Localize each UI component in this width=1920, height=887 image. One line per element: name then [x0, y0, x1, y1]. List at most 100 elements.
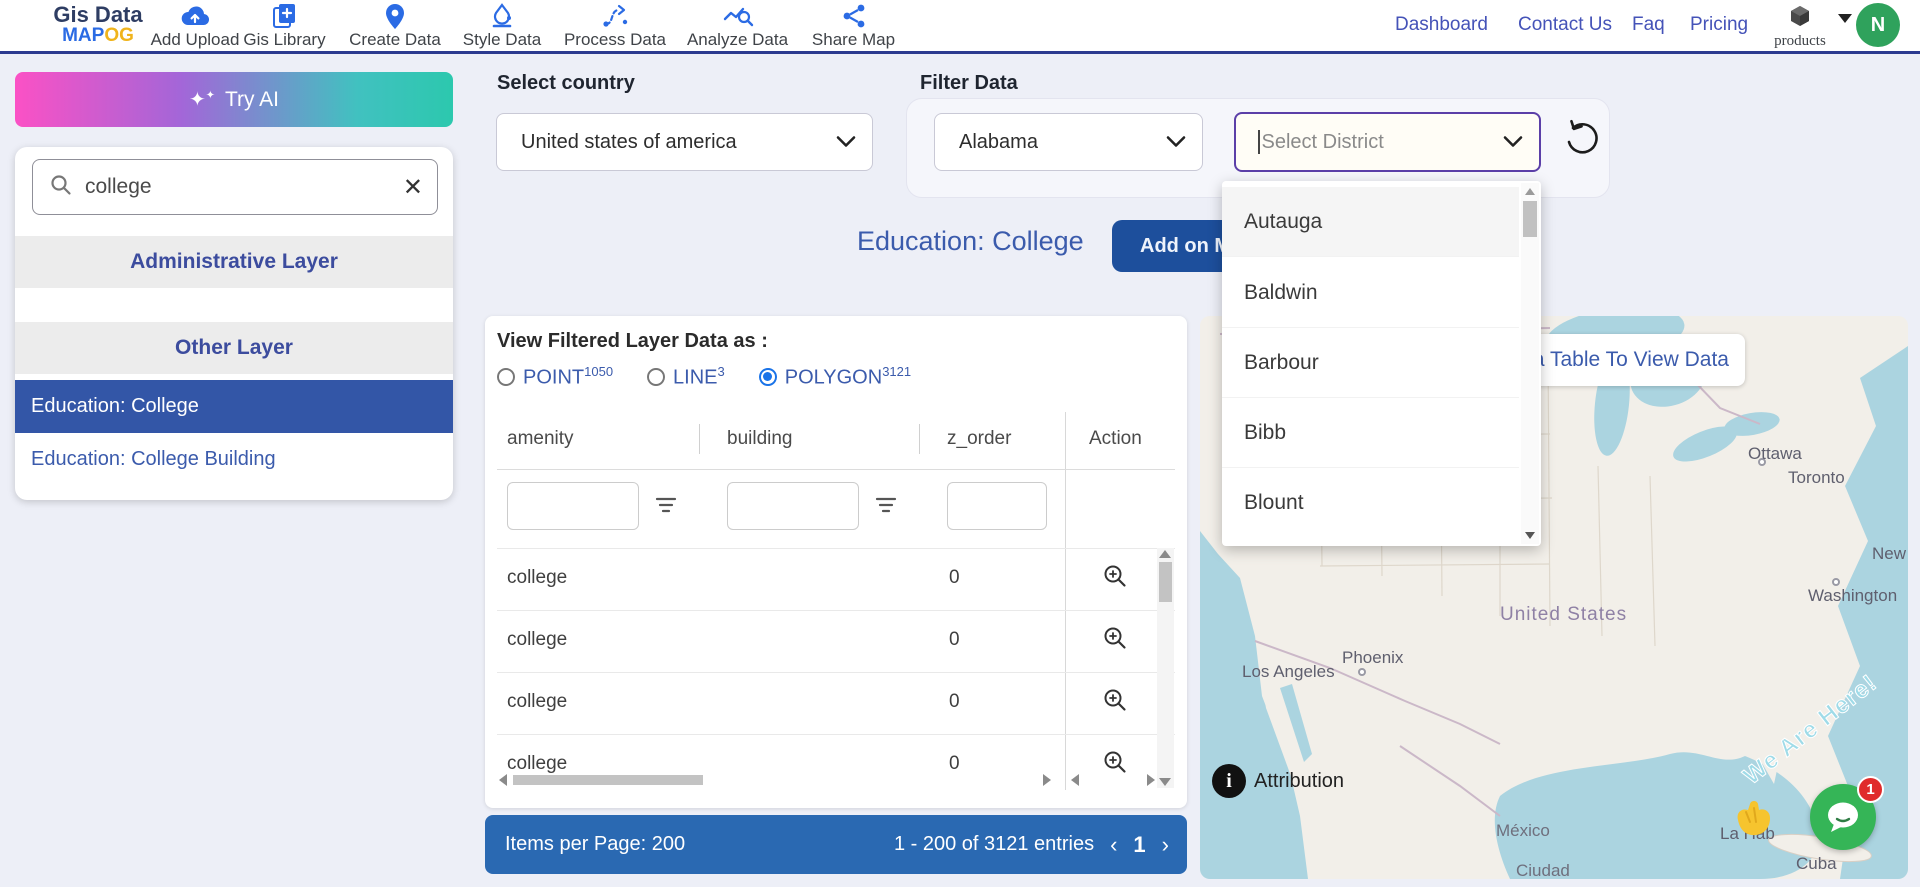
sidebar-item-education-college-building[interactable]: Education: College Building [15, 433, 453, 486]
entries-range: 1 - 200 of 3121 entries [894, 833, 1094, 856]
nav-label: Share Map [812, 30, 895, 49]
nav-link-faq[interactable]: Faq [1632, 14, 1665, 36]
share-icon [796, 3, 911, 29]
sparkle-icon: ✦✦ [189, 87, 215, 112]
map-label-united-states: United States [1500, 604, 1627, 626]
radio-line-label[interactable]: LINE3 [673, 364, 725, 390]
scroll-right-icon[interactable] [1147, 774, 1155, 786]
district-select[interactable]: Select District [1234, 112, 1541, 172]
try-ai-button[interactable]: ✦✦ Try AI [15, 72, 453, 127]
nav-link-contact-us[interactable]: Contact Us [1518, 14, 1612, 36]
map-label-washington: Washington [1808, 586, 1897, 606]
scroll-down-icon[interactable] [1159, 778, 1171, 786]
analyze-chart-icon [670, 3, 805, 29]
top-navbar: Gis Data MAPOG Add Upload Gis Library Cr… [0, 0, 1920, 54]
scroll-left-icon[interactable] [1071, 774, 1079, 786]
scrollbar-thumb[interactable] [1523, 201, 1537, 237]
table-row[interactable]: college 0 [497, 672, 1175, 734]
city-marker [1358, 668, 1366, 676]
radio-polygon[interactable] [759, 368, 777, 386]
zoom-in-icon[interactable] [1102, 687, 1128, 719]
geometry-radio-group: POINT1050 LINE3 POLYGON3121 [497, 364, 911, 390]
chat-badge: 1 [1857, 776, 1884, 803]
chevron-down-icon [1503, 131, 1523, 154]
user-avatar[interactable]: N [1856, 3, 1900, 47]
search-input[interactable] [85, 175, 375, 199]
nav-create-data[interactable]: Create Data [330, 3, 460, 50]
scroll-down-icon[interactable] [1525, 532, 1535, 539]
chevron-down-icon[interactable] [1838, 14, 1852, 23]
vertical-scrollbar[interactable] [1157, 548, 1174, 788]
dropdown-scrollbar[interactable] [1521, 183, 1539, 544]
district-option[interactable]: Autauga [1222, 187, 1519, 257]
products-menu[interactable]: products [1772, 4, 1828, 50]
building-filter-input[interactable] [727, 482, 859, 530]
action-horizontal-scrollbar[interactable] [1069, 772, 1157, 788]
radio-line[interactable] [647, 368, 665, 386]
district-option[interactable]: Blount [1222, 468, 1519, 538]
map-label-phoenix: Phoenix [1342, 648, 1403, 668]
district-option[interactable]: Bibb [1222, 398, 1519, 468]
scroll-up-icon[interactable] [1525, 188, 1535, 195]
zoom-in-icon[interactable] [1102, 625, 1128, 657]
current-page[interactable]: 1 [1133, 832, 1145, 858]
scrollbar-thumb[interactable] [1159, 562, 1172, 602]
map-label-los-angeles: Los Angeles [1242, 662, 1335, 682]
next-page-icon[interactable]: › [1162, 832, 1169, 858]
district-option[interactable]: Barbour [1222, 328, 1519, 398]
scroll-left-icon[interactable] [499, 774, 507, 786]
cell-amenity: college [507, 691, 567, 713]
col-z-order: z_order [947, 428, 1011, 450]
radio-polygon-label[interactable]: POLYGON3121 [785, 364, 911, 390]
nav-process-data[interactable]: Process Data [546, 3, 684, 50]
amenity-filter-input[interactable] [507, 482, 639, 530]
pagination-bar: Items per Page: 200 1 - 200 of 3121 entr… [485, 815, 1187, 874]
sidebar-item-education-college[interactable]: Education: College [15, 380, 453, 433]
section-other-layer: Other Layer [15, 322, 453, 374]
horizontal-scrollbar[interactable] [497, 772, 1053, 788]
nav-label: Analyze Data [687, 30, 788, 49]
filtered-data-panel: View Filtered Layer Data as : POINT1050 … [485, 316, 1187, 808]
col-action: Action [1089, 428, 1142, 450]
nav-label: Gis Library [243, 30, 325, 49]
prev-page-icon[interactable]: ‹ [1110, 832, 1117, 858]
zoom-in-icon[interactable] [1102, 563, 1128, 595]
layer-sidebar: ✕ Administrative Layer Other Layer Educa… [15, 147, 453, 500]
state-value: Alabama [959, 131, 1038, 154]
nav-style-data[interactable]: Style Data [443, 3, 561, 50]
scroll-right-icon[interactable] [1043, 774, 1051, 786]
nav-gis-library[interactable]: Gis Library [222, 3, 347, 50]
reset-icon [1560, 118, 1602, 160]
nav-share-map[interactable]: Share Map [796, 3, 911, 50]
filter-icon[interactable] [875, 496, 897, 520]
items-per-page: Items per Page: 200 [505, 833, 685, 856]
chevron-down-icon [836, 131, 856, 154]
products-label: products [1772, 33, 1828, 50]
table-row[interactable]: college 0 [497, 548, 1175, 610]
chat-bubble-icon [1824, 800, 1862, 834]
city-marker [1832, 578, 1840, 586]
radio-point[interactable] [497, 368, 515, 386]
table-row[interactable]: college 0 [497, 610, 1175, 672]
district-option[interactable]: Baldwin [1222, 258, 1519, 328]
nav-link-dashboard[interactable]: Dashboard [1395, 14, 1488, 36]
hand-wave-icon [1732, 798, 1776, 843]
z-order-filter-input[interactable] [947, 482, 1047, 530]
layer-search-box: ✕ [32, 159, 438, 215]
scrollbar-thumb[interactable] [513, 775, 703, 785]
attribution-control[interactable]: i Attribution [1212, 764, 1344, 798]
nav-analyze-data[interactable]: Analyze Data [670, 3, 805, 50]
cell-z-order: 0 [949, 691, 960, 713]
nav-label: Style Data [463, 30, 541, 49]
reset-filter-button[interactable] [1560, 118, 1602, 160]
scroll-up-icon[interactable] [1159, 550, 1171, 558]
app-root: Gis Data MAPOG Add Upload Gis Library Cr… [0, 0, 1920, 887]
radio-point-label[interactable]: POINT1050 [523, 364, 613, 390]
close-icon[interactable]: ✕ [403, 173, 423, 202]
country-select[interactable]: United states of america [496, 113, 873, 171]
filter-icon[interactable] [655, 496, 677, 520]
nav-link-pricing[interactable]: Pricing [1690, 14, 1748, 36]
view-as-label: View Filtered Layer Data as : [497, 330, 768, 353]
state-select[interactable]: Alabama [934, 113, 1203, 171]
cell-z-order: 0 [949, 567, 960, 589]
